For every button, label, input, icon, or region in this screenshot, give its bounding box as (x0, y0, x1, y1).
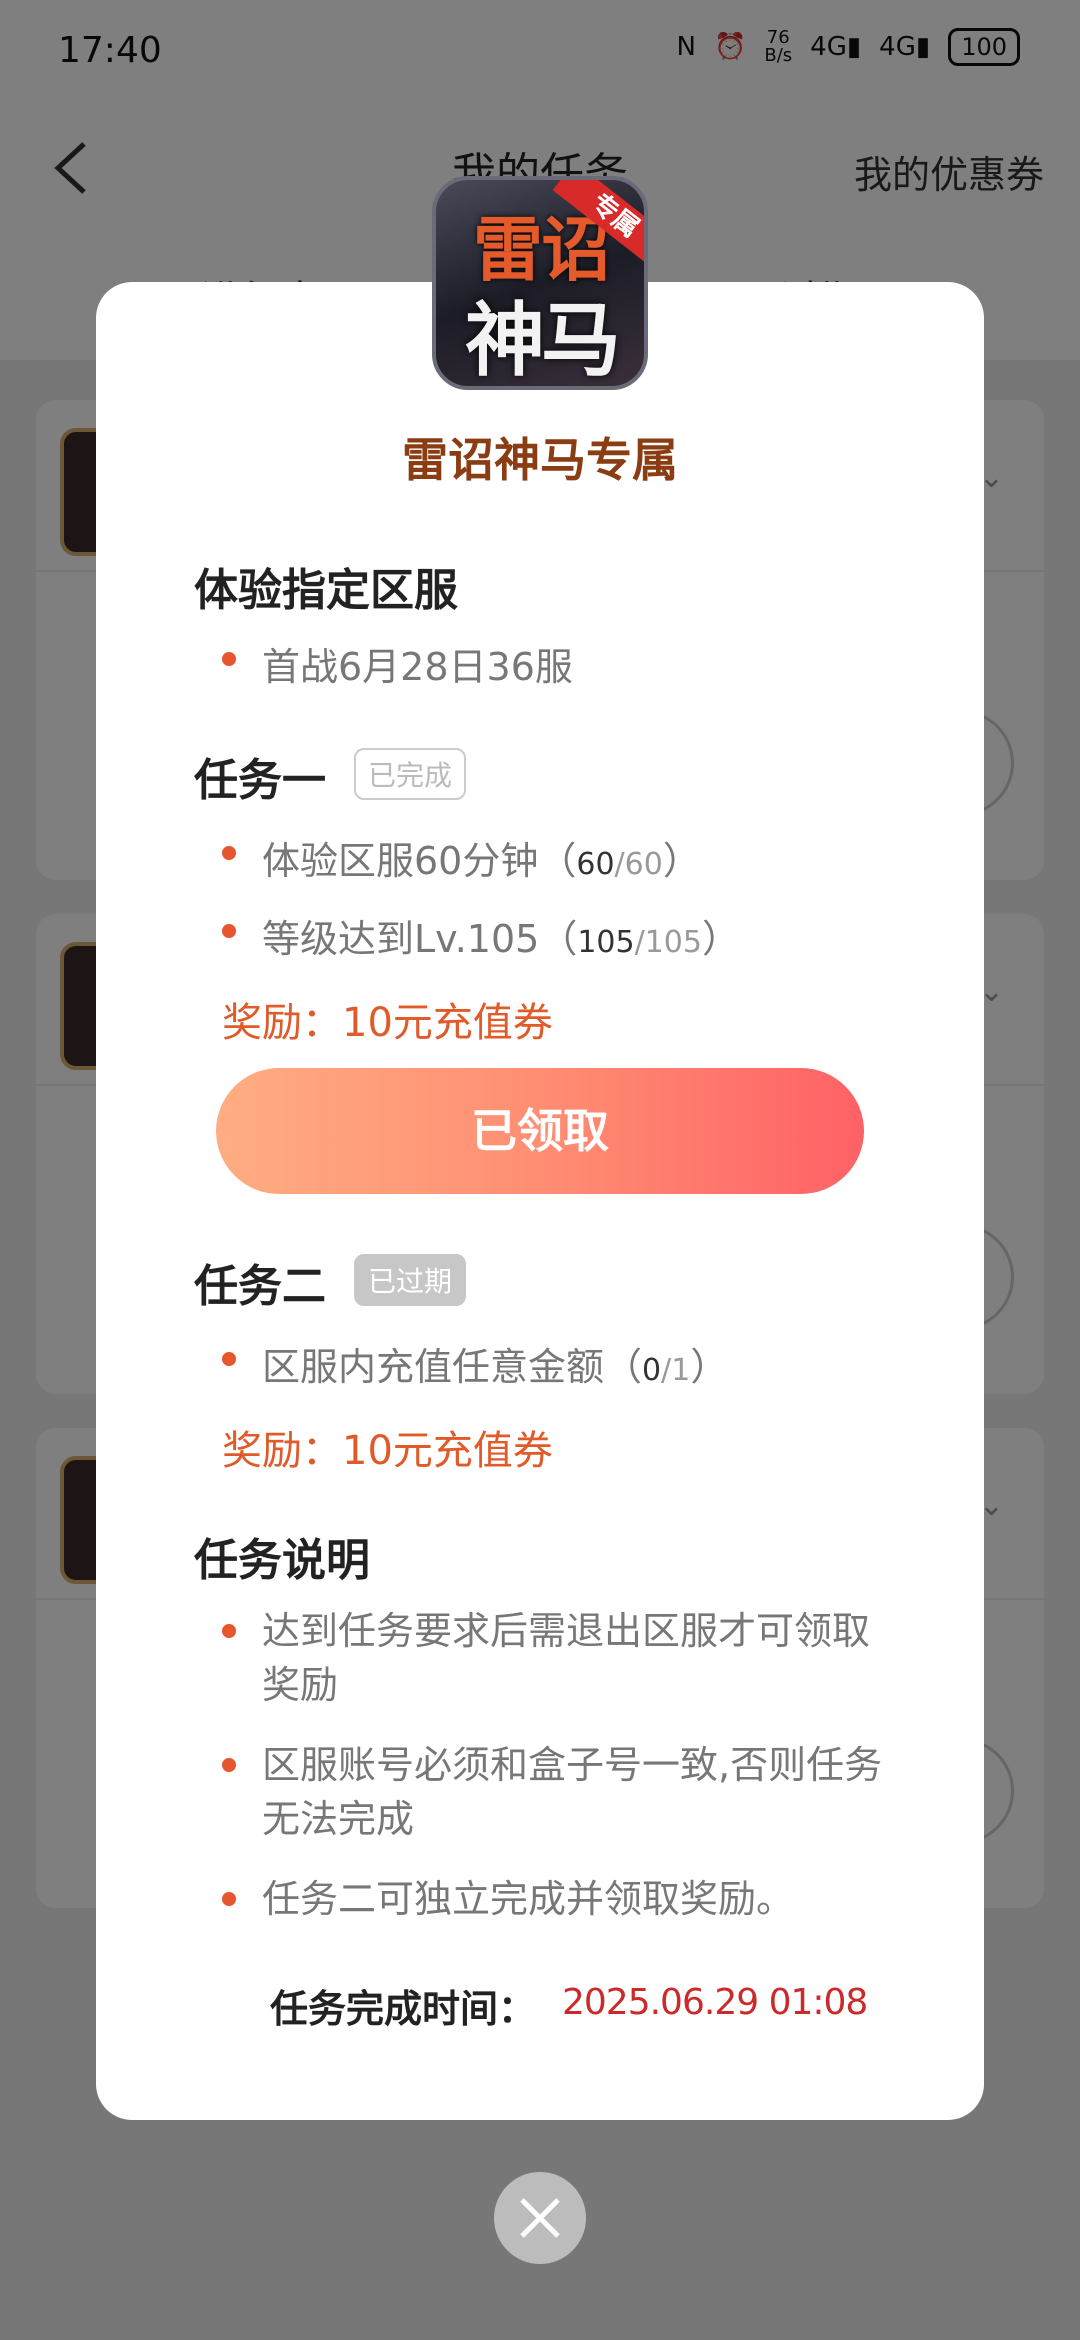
claimed-button[interactable]: 已领取 (216, 1068, 864, 1194)
task-one-item-text: 等级达到Lv.105（ (262, 917, 578, 961)
bullet-dot (222, 1352, 236, 1366)
task-two-item: 区服内充值任意金额（0/1） (262, 1336, 728, 1391)
progress-total: /105 (634, 925, 702, 960)
progress-total: /1 (661, 1353, 691, 1388)
task-two-item-text: 区服内充值任意金额（ (262, 1345, 643, 1389)
bullet-dot (222, 1892, 236, 1906)
task-one-item-text: 体验区服60分钟（ (262, 839, 577, 883)
task-one-reward: 奖励：10元充值券 (222, 1000, 553, 1046)
completed-badge: 已完成 (354, 748, 467, 800)
bullet-dot (222, 652, 236, 666)
finish-time-label: 任务完成时间： (270, 1987, 537, 2031)
task-one-title: 任务一 (194, 755, 326, 806)
progress-current: 60 (576, 847, 615, 882)
note-item: 达到任务要求后需退出区服才可领取奖励 (262, 1609, 871, 1707)
bullet-dot (222, 924, 236, 938)
task-two-title: 任务二 (194, 1261, 326, 1312)
progress-current: 0 (642, 1353, 662, 1388)
expired-badge: 已过期 (354, 1254, 467, 1306)
task-one-item: 体验区服60分钟（60/60） (262, 830, 701, 885)
game-icon-title-bottom: 神马 (465, 293, 621, 387)
note-item: 区服账号必须和盒子号一致,否则任务无法完成 (262, 1743, 883, 1841)
paren-close: ） (662, 839, 701, 883)
close-icon[interactable] (494, 2172, 586, 2264)
task-two-reward: 奖励：10元充值券 (222, 1428, 553, 1474)
bullet-dot (222, 846, 236, 860)
dialog-title: 雷诏神马专属 (402, 433, 678, 487)
progress-total: /60 (614, 847, 663, 882)
notes-title: 任务说明 (194, 1535, 370, 1586)
server-item: 首战6月28日36服 (262, 645, 573, 689)
progress-current: 105 (577, 925, 635, 960)
game-icon: 雷诏 神马 专属 (432, 176, 648, 390)
server-section-title: 体验指定区服 (194, 565, 458, 616)
task-one-item: 等级达到Lv.105（105/105） (262, 908, 740, 963)
note-item: 任务二可独立完成并领取奖励。 (262, 1877, 795, 1921)
bullet-dot (222, 1758, 236, 1772)
paren-close: ） (701, 917, 740, 961)
finish-time-value: 2025.06.29 01:08 (562, 1982, 868, 2023)
paren-close: ） (690, 1345, 729, 1389)
bullet-dot (222, 1624, 236, 1638)
